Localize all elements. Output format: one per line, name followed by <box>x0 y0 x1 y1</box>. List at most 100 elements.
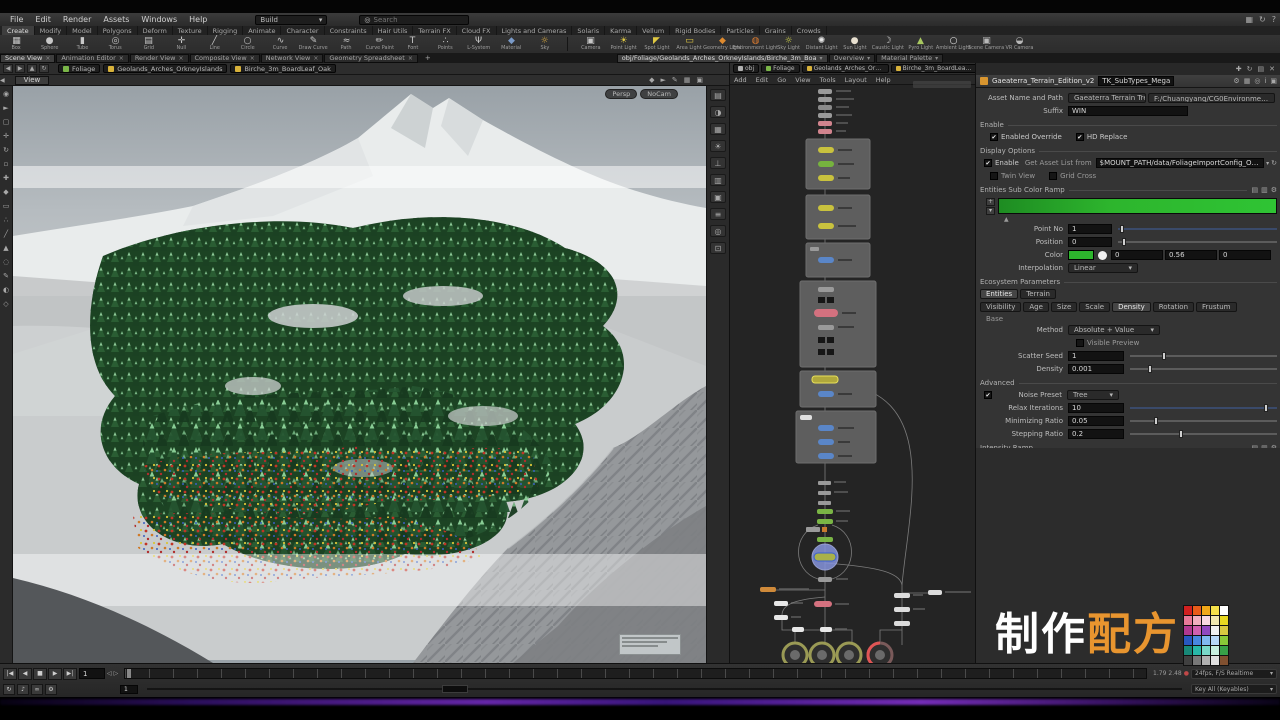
pane-tab[interactable]: Network View× <box>261 54 324 63</box>
eco-subtab[interactable]: Scale <box>1079 302 1110 312</box>
maximize-icon[interactable]: ▣ <box>696 76 703 84</box>
network-menu-item[interactable]: Tools <box>816 76 840 84</box>
menu-item[interactable]: Render <box>57 15 97 24</box>
density-field[interactable]: 0.001 <box>1068 364 1124 374</box>
ghost-icon[interactable]: ◇ <box>1 299 12 309</box>
stop-button[interactable]: ■ <box>33 668 47 680</box>
range-start-field[interactable]: 1 <box>120 685 138 694</box>
asset-tab-2[interactable]: F:/Chuangyang/CG0Environment/FLS_x_Terr_… <box>1148 93 1275 103</box>
refine-icon[interactable]: ✎ <box>672 76 678 84</box>
shelf-tool[interactable]: ● Sun Light <box>838 37 871 52</box>
shelf-tool[interactable]: ◤ Spot Light <box>640 37 673 52</box>
menu-item[interactable]: Edit <box>29 15 57 24</box>
breadcrumb-item[interactable]: Foliage <box>58 64 100 73</box>
color-r-field[interactable]: 0 <box>1111 250 1163 260</box>
display-enable-checkbox[interactable]: ✔ <box>984 159 992 167</box>
snapshot-icon[interactable]: ◎ <box>710 225 726 237</box>
reload-icon[interactable]: ↻ <box>1271 159 1277 167</box>
shelf-tool[interactable]: ▣ Camera <box>574 37 607 52</box>
select-prims-icon[interactable]: ▲ <box>1 243 12 253</box>
ramp-gear-icon[interactable]: ⚙ <box>1271 186 1277 194</box>
minimizing-field[interactable]: 0.05 <box>1068 416 1124 426</box>
color-wheel-icon[interactable] <box>1098 251 1107 260</box>
brush-icon[interactable]: ✎ <box>1 271 12 281</box>
shelf-tool[interactable]: ☀ Point Light <box>607 37 640 52</box>
playhead[interactable] <box>127 669 131 678</box>
node-name[interactable]: Gaeaterra_Terrain_Edition_v2 <box>992 77 1094 85</box>
shading-icon[interactable]: ◑ <box>710 106 726 118</box>
frame-step-back-icon[interactable]: ◁ <box>107 670 112 677</box>
stepping-field[interactable]: 0.2 <box>1068 429 1124 439</box>
shelf-tool[interactable]: ≈ Path <box>330 37 363 52</box>
timeline-ruler[interactable] <box>124 668 1147 679</box>
ramp-copy-icon[interactable]: ▥ <box>1261 444 1268 448</box>
shelf-tool[interactable]: ☼ Sky <box>528 37 561 52</box>
chevron-down-icon[interactable]: ▾ <box>1266 160 1269 167</box>
shelf-tab[interactable]: Grains <box>760 26 792 35</box>
shelf-tool[interactable]: ✛ Null <box>165 37 198 52</box>
relax-slider[interactable] <box>1130 403 1277 413</box>
twin-view-checkbox[interactable] <box>990 172 998 180</box>
eco-subtab[interactable]: Density <box>1112 302 1151 312</box>
ramp-presets-icon[interactable]: ▤ <box>1251 444 1258 448</box>
collapse-icon[interactable]: ◀ <box>0 77 5 84</box>
eco-tab[interactable]: Entities <box>980 289 1018 299</box>
shelf-tab[interactable]: Polygons <box>98 26 138 35</box>
expand-icon[interactable]: ▦ <box>684 76 691 84</box>
close-icon[interactable]: × <box>408 55 413 62</box>
eco-tab[interactable]: Terrain <box>1020 289 1056 299</box>
ramp-add-point-button[interactable]: + <box>986 198 995 206</box>
position-field[interactable]: 0 <box>1068 237 1112 247</box>
pin-icon[interactable]: ✚ <box>1236 65 1242 73</box>
scale-tool-icon[interactable]: ▫ <box>1 159 12 169</box>
hd-replace-checkbox[interactable]: ✔ <box>1076 133 1084 141</box>
menu-item[interactable]: Windows <box>135 15 183 24</box>
stow-icon[interactable]: ▤ <box>1258 65 1265 73</box>
eco-subtab[interactable]: Age <box>1023 302 1049 312</box>
shelf-tab[interactable]: Rigid Bodies <box>670 26 721 35</box>
shelf-tool[interactable]: ▦ Box <box>0 37 33 52</box>
global-search[interactable]: ◎ <box>359 15 469 25</box>
breadcrumb-item[interactable]: Birche_3m_BoardLeaf_Oak <box>230 64 335 73</box>
shelf-tab[interactable]: Character <box>281 26 324 35</box>
shelf-tab[interactable]: Solaris <box>572 26 605 35</box>
suffix-field[interactable]: WIN <box>1068 106 1188 116</box>
param-external-icon[interactable]: ▣ <box>1270 77 1277 85</box>
close-icon[interactable]: × <box>45 55 50 62</box>
stepping-slider[interactable] <box>1130 429 1277 439</box>
menu-item[interactable]: Assets <box>97 15 135 24</box>
back-icon[interactable]: ◀ <box>3 64 13 73</box>
pane-tab[interactable]: obj/Foliage/Geolands_Arches_OrkneyIsland… <box>617 54 828 63</box>
visible-preview-checkbox[interactable] <box>1076 339 1084 347</box>
close-icon[interactable]: × <box>119 55 124 62</box>
shelf-tab[interactable]: Deform <box>138 26 173 35</box>
forward-icon[interactable]: ▶ <box>15 64 25 73</box>
breadcrumb-item[interactable]: Birche_3m_BoardLeaf_Oak <box>891 64 976 73</box>
param-grid-icon[interactable]: ▦ <box>1244 77 1251 85</box>
camera-select-button[interactable]: NoCam <box>640 89 678 99</box>
density-slider[interactable] <box>1130 364 1277 374</box>
audio-toggle-icon[interactable]: ♪ <box>17 684 29 695</box>
grid-toggle-icon[interactable]: ▥ <box>710 174 726 186</box>
shelf-tool[interactable]: ✎ Draw Curve <box>297 37 330 52</box>
color-g-field[interactable]: 0.56 <box>1165 250 1217 260</box>
frame-step-forward-icon[interactable]: ▷ <box>114 670 119 677</box>
scatter-seed-field[interactable]: 1 <box>1068 351 1124 361</box>
scatter-seed-slider[interactable] <box>1130 351 1277 361</box>
shelf-tab[interactable]: Lights and Cameras <box>497 26 573 35</box>
history-icon[interactable]: ↻ <box>39 64 49 73</box>
param-info-icon[interactable]: i <box>1264 77 1266 85</box>
menu-item[interactable]: Help <box>183 15 213 24</box>
eco-subtab[interactable]: Visibility <box>980 302 1021 312</box>
persp-button[interactable]: Persp <box>605 89 637 99</box>
help-icon[interactable]: ? <box>1272 15 1276 24</box>
auto-key-icon[interactable]: ● <box>1184 670 1189 677</box>
shelf-tool[interactable]: T Font <box>396 37 429 52</box>
method-dropdown[interactable]: Absolute + Value▾ <box>1068 325 1160 335</box>
view-options-icon[interactable]: ≡ <box>710 208 726 220</box>
shelf-tool[interactable]: ╱ Line <box>198 37 231 52</box>
eco-subtab[interactable]: Size <box>1051 302 1077 312</box>
pane-tab[interactable]: Overview ▾ <box>829 54 876 63</box>
shelf-tool[interactable]: ◍ Environment Light <box>739 37 772 52</box>
pane-tab[interactable]: Scene View× <box>0 54 55 63</box>
